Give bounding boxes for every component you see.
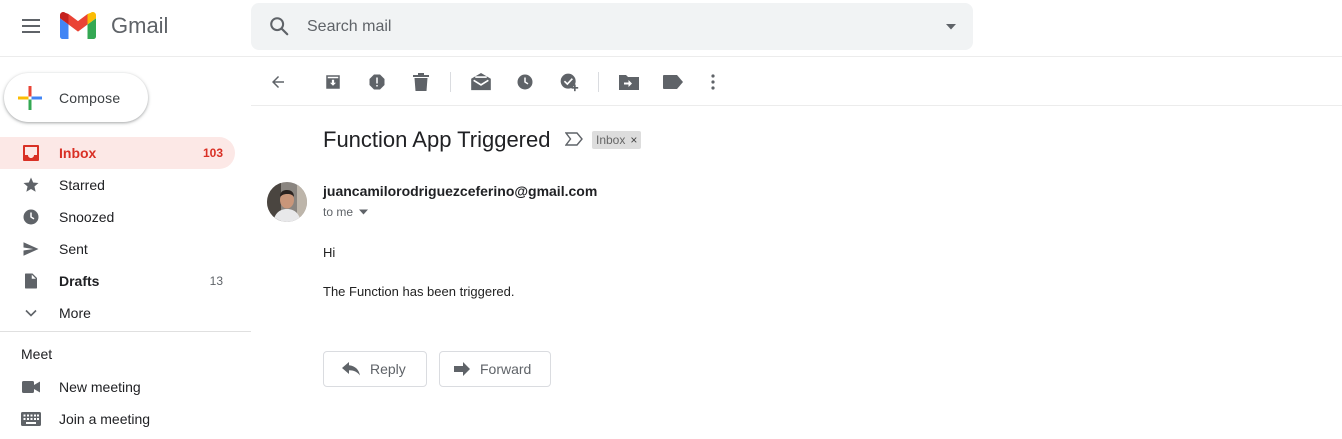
move-to-button[interactable]	[617, 70, 641, 94]
snooze-button[interactable]	[513, 70, 537, 94]
importance-marker-icon	[564, 132, 583, 146]
sidebar-item-label: Drafts	[59, 273, 100, 289]
reply-icon	[342, 362, 360, 376]
search-button[interactable]	[268, 15, 290, 42]
main-menu-button[interactable]	[13, 8, 49, 44]
sender-avatar[interactable]	[267, 182, 307, 222]
toolbar-separator	[598, 72, 599, 92]
move-to-icon	[619, 75, 639, 90]
sidebar-item-label: Sent	[59, 241, 88, 257]
send-icon	[21, 239, 41, 259]
archive-button[interactable]	[321, 70, 345, 94]
hamburger-menu-icon	[22, 19, 40, 33]
sidebar-item-more[interactable]: More	[0, 297, 235, 329]
compose-label: Compose	[59, 89, 121, 106]
draft-count: 13	[209, 274, 223, 288]
back-arrow-icon	[272, 76, 284, 88]
inbox-label-chip: Inbox ×	[592, 131, 642, 149]
sidebar-item-label: Inbox	[59, 145, 97, 161]
sidebar-item-inbox[interactable]: Inbox 103	[0, 137, 235, 169]
message-body-line: The Function has been triggered.	[323, 284, 515, 299]
sidebar-item-snoozed[interactable]: Snoozed	[0, 201, 235, 233]
message-subject: Function App Triggered	[323, 127, 551, 152]
clock-icon	[21, 207, 41, 227]
back-button[interactable]	[266, 70, 290, 94]
draft-icon	[21, 271, 41, 291]
chevron-down-icon	[21, 303, 41, 323]
report-spam-button[interactable]	[365, 70, 389, 94]
gmail-logo[interactable]: Gmail	[60, 12, 168, 39]
more-options-button[interactable]	[701, 70, 725, 94]
add-to-tasks-icon	[560, 73, 579, 92]
app-name: Gmail	[111, 12, 169, 38]
sidebar-item-starred[interactable]: Starred	[0, 169, 235, 201]
new-meeting-link[interactable]: New meeting	[0, 371, 235, 403]
top-header: Gmail	[0, 0, 1342, 57]
search-icon	[270, 17, 289, 36]
forward-button[interactable]: Forward	[439, 351, 551, 387]
add-to-tasks-button[interactable]	[557, 70, 581, 94]
recipient-details-toggle[interactable]: to me	[323, 205, 369, 219]
sidebar-divider	[0, 331, 251, 332]
recipient-text: to me	[323, 205, 354, 219]
remove-label-button[interactable]: ×	[630, 133, 637, 147]
star-icon	[21, 175, 41, 195]
forward-icon	[454, 362, 470, 376]
sidebar-item-drafts[interactable]: Drafts 13	[0, 265, 235, 297]
delete-icon	[413, 73, 429, 91]
mark-unread-button[interactable]	[469, 70, 493, 94]
sidebar-item-label: More	[59, 305, 91, 321]
unread-count: 103	[202, 146, 223, 160]
mark-unread-icon	[471, 73, 491, 91]
sidebar-nav: Inbox 103 Starred Snoozed Sent Drafts 13…	[0, 137, 251, 329]
search-input[interactable]	[307, 3, 907, 50]
importance-marker-button[interactable]	[564, 132, 583, 151]
search-bar	[251, 3, 973, 50]
sidebar-item-label: Starred	[59, 177, 105, 193]
gmail-m-icon	[60, 12, 96, 39]
avatar-image	[267, 182, 307, 222]
meet-item-label: Join a meeting	[59, 411, 151, 427]
keyboard-icon	[21, 409, 41, 429]
compose-plus-icon	[18, 85, 42, 110]
caret-down-icon	[946, 24, 956, 30]
sidebar-item-sent[interactable]: Sent	[0, 233, 235, 265]
more-vert-icon	[711, 74, 715, 90]
sender-email: juancamilorodriguezceferino@gmail.com	[323, 183, 598, 199]
label-icon	[663, 75, 683, 89]
label-chip-text: Inbox	[596, 133, 626, 147]
inbox-icon	[21, 143, 41, 163]
compose-button[interactable]: Compose	[4, 73, 148, 122]
reply-button[interactable]: Reply	[323, 351, 427, 387]
message-body-line: Hi	[323, 245, 336, 260]
toolbar-separator	[450, 72, 451, 92]
report-spam-icon	[369, 74, 385, 90]
meet-section-title: Meet	[21, 346, 53, 362]
video-camera-icon	[21, 377, 41, 397]
caret-down-icon	[359, 209, 369, 215]
sidebar-item-label: Snoozed	[59, 209, 115, 225]
reply-label: Reply	[370, 361, 406, 377]
labels-button[interactable]	[661, 70, 685, 94]
delete-button[interactable]	[409, 70, 433, 94]
search-options-button[interactable]	[945, 20, 957, 38]
meet-item-label: New meeting	[59, 379, 141, 395]
message-toolbar	[251, 58, 1342, 106]
forward-label: Forward	[480, 361, 532, 377]
join-meeting-link[interactable]: Join a meeting	[0, 403, 235, 435]
snooze-icon	[517, 74, 533, 90]
archive-icon	[326, 75, 340, 89]
